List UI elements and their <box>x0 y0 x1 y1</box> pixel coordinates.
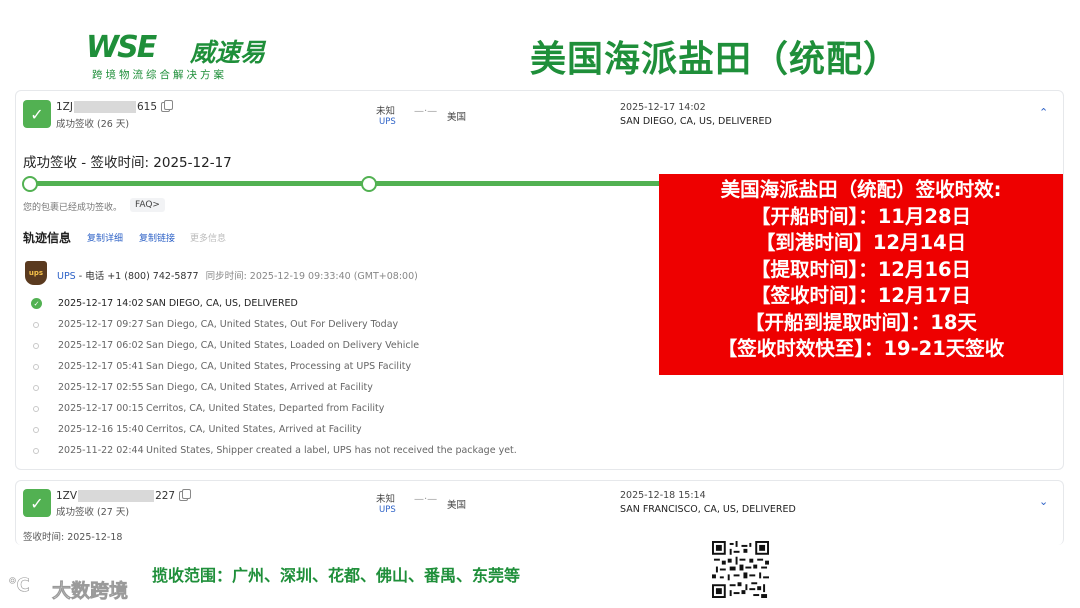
timeline-event: 2025-12-16 15:40 Cerritos, CA, United Sta… <box>58 424 362 435</box>
summary-line: 【到港时间】12月14日 <box>755 231 967 254</box>
tracking-prefix: 1ZV <box>56 490 78 502</box>
timeline-event: 2025-12-17 06:02 San Diego, CA, United St… <box>58 340 419 351</box>
timeline-dot <box>33 364 39 370</box>
event-desc: San Diego, CA, United States, Arrived at… <box>146 382 373 393</box>
tracking-number: 1ZV 227 <box>56 489 192 502</box>
summary-line: 【签收时效快至】：19-21天签收 <box>717 337 1005 360</box>
watermark-text: 大数跨境 <box>52 580 129 603</box>
tracking-suffix: 227 <box>155 490 176 502</box>
timeline-event: 2025-12-17 09:27 San Diego, CA, United St… <box>58 319 398 330</box>
event-desc: San Diego, CA, United States, Loaded on … <box>146 340 420 351</box>
latest-event-location: SAN FRANCISCO, CA, US, DELIVERED <box>620 504 796 515</box>
brand-logo: WSE 威速易 跨境物流综合解决方案 <box>86 30 286 82</box>
watermark: ℃ 大数跨境 <box>8 573 148 603</box>
timeline-event: 2025-12-17 05:41 San Diego, CA, United St… <box>58 361 411 372</box>
timeline-event: 2025-12-17 02:55 San Diego, CA, United St… <box>58 382 373 393</box>
route-arrow-icon: —·— <box>414 106 438 117</box>
destination-country: 美国 <box>447 500 467 511</box>
progress-node-mid <box>361 176 377 192</box>
event-desc: United States, Shipper created a label, … <box>146 445 517 456</box>
carrier-link[interactable]: UPS <box>379 117 396 127</box>
logo-mark: WSE <box>86 30 157 65</box>
ups-logo: ups <box>25 261 47 285</box>
event-time: 2025-12-17 14:02 <box>58 298 144 309</box>
copy-link-link[interactable]: 复制链接 <box>139 231 175 244</box>
event-desc: San Diego, CA, United States, Out For De… <box>146 319 399 330</box>
carrier-contact: UPS - 电话 +1 (800) 742-5877 同步时间: 2025-12… <box>57 268 418 282</box>
copy-icon[interactable] <box>179 489 192 501</box>
latest-event-time: 2025-12-18 15:14 <box>620 490 706 501</box>
delivery-headline: 成功签收 - 签收时间: 2025-12-17 <box>23 155 232 171</box>
timeline-event: 2025-12-17 14:02 SAN DIEGO, CA, US, DELIV… <box>58 298 298 309</box>
carrier-phone: - 电话 +1 (800) 742-5877 <box>78 271 199 282</box>
pickup-range: 揽收范围：广州、深圳、花都、佛山、番禺、东莞等 <box>152 566 521 585</box>
event-time: 2025-12-17 09:27 <box>58 319 144 330</box>
summary-line: 【开船时间】：11月28日 <box>750 204 972 228</box>
tracking-number: 1ZJ 615 <box>56 100 174 113</box>
faq-button[interactable]: FAQ> <box>130 198 165 212</box>
check-circle-icon: ✓ <box>31 298 42 309</box>
event-desc: Cerritos, CA, United States, Arrived at … <box>146 424 362 435</box>
copy-icon[interactable] <box>161 100 174 112</box>
timeline-dot <box>33 322 39 328</box>
collapse-chevron-icon[interactable]: ⌃ <box>1039 106 1048 119</box>
summary-line: 【开船到提取时间】：18天 <box>745 310 977 334</box>
checkbox[interactable]: ✓ <box>23 100 51 128</box>
sign-time: 签收时间: 2025-12-18 <box>23 532 123 543</box>
event-time: 2025-11-22 02:44 <box>58 445 144 456</box>
shipment-status: 成功签收 (27 天) <box>56 507 130 518</box>
event-time: 2025-12-17 00:15 <box>58 403 144 414</box>
origin-label: 未知 <box>376 106 396 117</box>
copy-details-link[interactable]: 复制详细 <box>87 231 123 244</box>
carrier-name[interactable]: UPS <box>57 271 76 282</box>
summary-line: 【签收时间】：12月17日 <box>750 284 972 307</box>
latest-event-time: 2025-12-17 14:02 <box>620 102 706 113</box>
progress-node-start <box>22 176 38 192</box>
expand-chevron-icon[interactable]: ⌄ <box>1039 495 1048 508</box>
shipment-status: 成功签收 (26 天) <box>56 119 130 130</box>
timeline-event: 2025-11-22 02:44 United States, Shipper c… <box>58 445 517 456</box>
progress-bar <box>30 181 660 186</box>
tracking-mask <box>73 101 136 113</box>
tracking-mask <box>78 490 155 502</box>
checkbox[interactable]: ✓ <box>23 489 51 517</box>
section-title: 轨迹信息 <box>23 231 72 245</box>
route-arrow-icon: —·— <box>414 494 438 505</box>
sync-time: 同步时间: 2025-12-19 09:33:40 (GMT+08:00) <box>205 271 418 282</box>
event-time: 2025-12-16 15:40 <box>58 424 144 435</box>
timeline-dot <box>33 448 39 454</box>
tracking-prefix: 1ZJ <box>56 101 73 113</box>
watermark-logo-icon: ℃ <box>8 575 30 597</box>
event-desc: SAN DIEGO, CA, US, DELIVERED <box>146 298 298 309</box>
tracking-suffix: 615 <box>136 101 158 113</box>
qr-code-icon <box>712 541 769 598</box>
timing-summary-box: 美国海派盐田（统配）签收时效: 【开船时间】：11月28日 【到港时间】12月1… <box>659 174 1063 375</box>
event-time: 2025-12-17 02:55 <box>58 382 144 393</box>
package-note: 您的包裹已经成功签收。 <box>23 203 123 213</box>
summary-line: 【提取时间】：12月16日 <box>750 257 972 281</box>
page-title: 美国海派盐田（统配） <box>530 39 901 80</box>
more-info-link[interactable]: 更多信息 <box>190 231 226 244</box>
latest-event-location: SAN DIEGO, CA, US, DELIVERED <box>620 116 772 127</box>
event-time: 2025-12-17 06:02 <box>58 340 144 351</box>
timeline-dot <box>33 406 39 412</box>
timeline-event: 2025-12-17 00:15 Cerritos, CA, United Sta… <box>58 403 384 414</box>
timeline-dot <box>33 427 39 433</box>
event-time: 2025-12-17 05:41 <box>58 361 144 372</box>
carrier-link[interactable]: UPS <box>379 505 396 515</box>
timeline-dot <box>33 343 39 349</box>
destination-country: 美国 <box>447 112 467 123</box>
event-desc: San Diego, CA, United States, Processing… <box>146 361 412 372</box>
event-desc: Cerritos, CA, United States, Departed fr… <box>146 403 385 414</box>
origin-label: 未知 <box>376 494 396 505</box>
timeline-dot <box>33 385 39 391</box>
logo-tagline: 跨境物流综合解决方案 <box>92 69 227 81</box>
logo-chinese-name: 威速易 <box>190 38 266 67</box>
summary-line: 美国海派盐田（统配）签收时效: <box>720 178 1002 201</box>
